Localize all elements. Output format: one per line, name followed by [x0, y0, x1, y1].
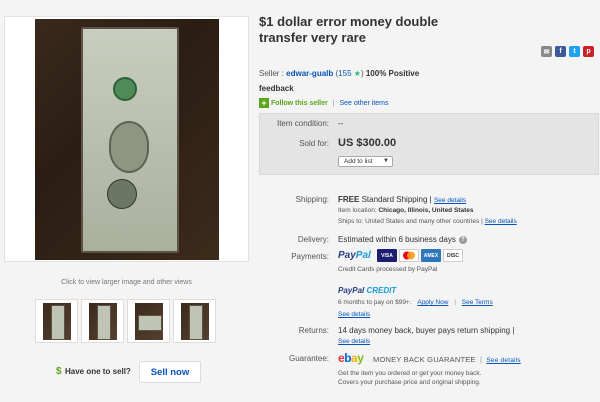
seller-label: Seller : [259, 69, 284, 78]
washington-portrait [109, 121, 149, 173]
other-items-link[interactable]: See other items [339, 100, 388, 107]
shipping-value: FREE Standard Shipping | See details [338, 195, 466, 204]
mastercard-icon [399, 249, 419, 262]
star-icon: ★ [353, 69, 361, 78]
shipping-label: Shipping: [295, 195, 329, 204]
price-value: US $300.00 [338, 137, 397, 149]
delivery-label: Delivery: [297, 235, 329, 244]
shipping-details-link[interactable]: See details [434, 197, 466, 204]
sell-prompt: $ Have one to sell? Sell now [56, 361, 206, 383]
guarantee-note-2: Covers your purchase price and original … [338, 379, 481, 386]
delivery-value: Estimated within 6 business days? [338, 235, 467, 244]
paypal-logo: PayPal [338, 250, 371, 261]
condition-value: -- [338, 119, 344, 128]
feedback-score-link[interactable]: 155 [338, 69, 351, 78]
sold-for-label: Sold for: [299, 139, 329, 148]
shipping-method: Standard Shipping | [361, 195, 432, 204]
seller-name-link[interactable]: edwar-gualb [286, 69, 333, 78]
seller-info: Seller : edwar-gualb (155 ★) 100% Positi… [259, 69, 420, 78]
pinterest-icon[interactable]: p [583, 46, 594, 57]
help-icon[interactable]: ? [458, 235, 467, 244]
add-to-list-dropdown[interactable]: Add to list ▼ [338, 156, 393, 167]
facebook-icon[interactable]: f [555, 46, 566, 57]
visa-card-icon: VISA [377, 249, 397, 262]
money-back-guarantee: MONEY BACK GUARANTEE | See details [373, 355, 521, 364]
guarantee-note-1: Get the item you ordered or get your mon… [338, 370, 482, 377]
paypal-credit-logo: PayPal CREDIT [338, 286, 397, 295]
item-location: Item location: Chicago, Illinois, United… [338, 207, 474, 214]
returns-value: 14 days money back, buyer pays return sh… [338, 326, 515, 335]
paypal-note: Credit Cards processed by PayPal [338, 266, 438, 273]
dollar-bill [81, 27, 179, 253]
listing-title: $1 dollar error money double transfer ve… [259, 14, 439, 45]
dollar-bill-photo [35, 19, 219, 260]
email-icon[interactable]: ✉ [541, 46, 552, 57]
add-to-list-label: Add to list [344, 158, 373, 165]
plus-icon[interactable]: + [259, 98, 269, 108]
dollar-icon: $ [56, 366, 62, 377]
guarantee-label: Guarantee: [288, 354, 329, 363]
feedback-label: feedback [259, 84, 294, 93]
returns-label: Returns: [298, 326, 329, 335]
sell-prompt-label: Have one to sell? [65, 367, 131, 376]
ships-to: Ships to: United States and many other c… [338, 218, 517, 225]
ships-to-value: United States and many other countries | [365, 218, 483, 225]
payments-label: Payments: [291, 252, 329, 261]
paypal-credit-terms: 6 months to pay on $99+. Apply Now | See… [338, 299, 493, 306]
treasury-seal [113, 77, 137, 101]
twitter-icon[interactable]: t [569, 46, 580, 57]
guarantee-details-link[interactable]: See details [486, 357, 520, 364]
free-label: FREE [338, 195, 360, 204]
thumbnail-4[interactable] [173, 299, 216, 343]
follow-seller-link[interactable]: Follow this seller [271, 100, 328, 107]
credit-details-link[interactable]: See details [338, 311, 370, 318]
photo-caption: Click to view larger image and other vie… [61, 279, 192, 286]
thumbnail-1[interactable] [35, 299, 78, 343]
amex-card-icon: AMEX [421, 249, 441, 262]
see-terms-link[interactable]: See Terms [462, 299, 493, 306]
ships-to-details-link[interactable]: See details [485, 218, 517, 225]
thumbnail-3[interactable] [127, 299, 170, 343]
apply-now-link[interactable]: Apply Now [417, 299, 448, 306]
thumbnail-2[interactable] [81, 299, 124, 343]
returns-details-link[interactable]: See details [338, 338, 370, 345]
ebay-logo: ebay [338, 351, 364, 365]
main-product-image[interactable] [4, 16, 249, 262]
location-value: Chicago, Illinois, United States [378, 207, 474, 214]
discover-card-icon: DISC [443, 249, 463, 262]
chevron-down-icon: ▼ [383, 158, 389, 164]
sell-now-button[interactable]: Sell now [139, 361, 201, 383]
positive-feedback: 100% Positive [365, 69, 420, 78]
follow-row: + Follow this seller | See other items [259, 98, 389, 108]
condition-label: Item condition: [276, 119, 329, 128]
one-seal [107, 179, 137, 209]
